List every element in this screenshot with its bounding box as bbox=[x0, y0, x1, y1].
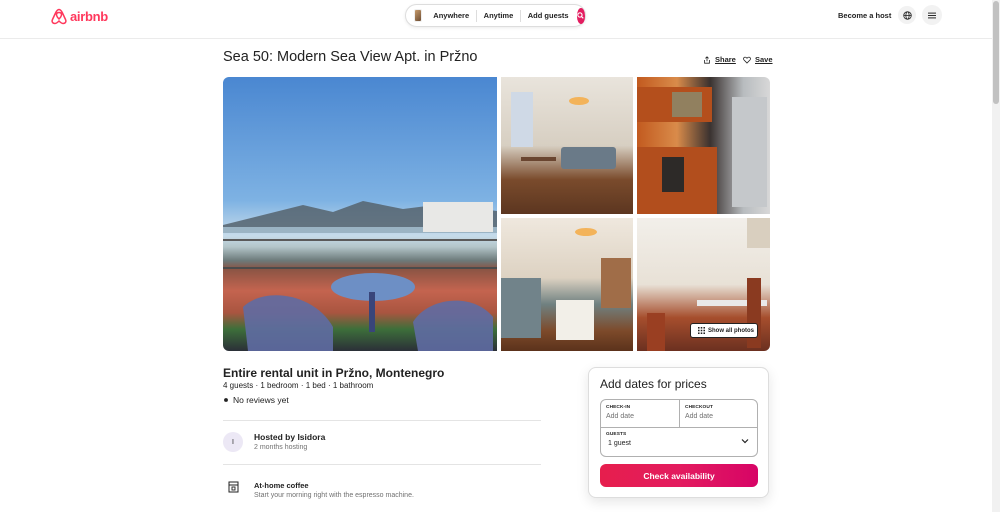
photo-balcony-sea-view[interactable] bbox=[223, 77, 497, 351]
listing-title: Sea 50: Modern Sea View Apt. in Pržno bbox=[223, 49, 478, 65]
airbnb-logo-icon bbox=[51, 8, 67, 25]
language-button[interactable] bbox=[898, 6, 916, 24]
show-all-photos-button[interactable]: Show all photos bbox=[690, 323, 758, 338]
amenity-title: At-home coffee bbox=[254, 481, 309, 490]
booking-title: Add dates for prices bbox=[600, 377, 707, 391]
lounge-scene bbox=[501, 228, 631, 340]
search-where[interactable]: Anywhere bbox=[426, 11, 476, 20]
host-avatar[interactable]: I bbox=[223, 432, 243, 452]
search-button[interactable] bbox=[576, 7, 585, 24]
balcony-scene bbox=[223, 201, 497, 351]
grid-icon bbox=[698, 327, 705, 334]
search-icon bbox=[577, 12, 584, 19]
photo-lounge[interactable] bbox=[501, 218, 633, 351]
share-label: Share bbox=[715, 55, 736, 64]
page-scrollbar[interactable] bbox=[992, 0, 1000, 512]
photo-kitchen[interactable] bbox=[637, 77, 770, 214]
coffee-machine-icon bbox=[228, 481, 239, 493]
search-who[interactable]: Add guests bbox=[521, 11, 576, 20]
top-navbar: airbnb Anywhere Anytime Add guests Becom… bbox=[0, 0, 992, 39]
guests-value: 1 guest bbox=[608, 440, 631, 447]
check-availability-button[interactable]: Check availability bbox=[600, 464, 758, 487]
checkin-field[interactable]: CHECK-IN Add date bbox=[601, 400, 679, 427]
search-when[interactable]: Anytime bbox=[477, 11, 521, 20]
listing-facts: 4 guests · 1 bedroom · 1 bed · 1 bathroo… bbox=[223, 381, 374, 390]
reviews-summary: No reviews yet bbox=[223, 395, 289, 405]
save-button[interactable]: Save bbox=[743, 55, 773, 64]
airbnb-logo[interactable]: airbnb bbox=[51, 8, 108, 25]
guests-label: GUESTS bbox=[606, 432, 627, 437]
reviews-label: No reviews yet bbox=[233, 395, 289, 405]
listing-subtitle: Entire rental unit in Pržno, Montenegro bbox=[223, 366, 445, 380]
amenity-description: Start your morning right with the espres… bbox=[254, 492, 414, 499]
share-button[interactable]: Share bbox=[703, 55, 736, 64]
checkout-field[interactable]: CHECKOUT Add date bbox=[680, 400, 758, 427]
search-bar[interactable]: Anywhere Anytime Add guests bbox=[405, 4, 586, 27]
share-icon bbox=[704, 55, 710, 64]
checkin-value: Add date bbox=[606, 413, 635, 420]
checkout-label: CHECKOUT bbox=[685, 405, 713, 410]
hamburger-icon bbox=[928, 12, 936, 18]
heart-icon bbox=[743, 56, 751, 64]
save-label: Save bbox=[755, 55, 773, 64]
search-thumbnail bbox=[414, 9, 423, 22]
guests-field[interactable]: GUESTS 1 guest bbox=[601, 428, 757, 456]
living-room-scene bbox=[511, 92, 616, 169]
booking-card: Add dates for prices CHECK-IN Add date C… bbox=[588, 367, 769, 498]
section-divider bbox=[223, 464, 541, 465]
become-host-link[interactable]: Become a host bbox=[838, 11, 891, 20]
globe-icon bbox=[902, 10, 912, 20]
kitchen-scene bbox=[637, 87, 767, 214]
checkin-label: CHECK-IN bbox=[606, 405, 631, 410]
logo-text: airbnb bbox=[70, 9, 108, 24]
star-icon bbox=[224, 398, 228, 402]
section-divider bbox=[223, 420, 541, 421]
photo-living-room[interactable] bbox=[501, 77, 633, 214]
hosting-duration: 2 months hosting bbox=[254, 444, 308, 451]
menu-button[interactable] bbox=[922, 5, 942, 25]
scrollbar-thumb[interactable] bbox=[993, 1, 999, 104]
show-all-photos-label: Show all photos bbox=[708, 327, 754, 334]
chevron-down-icon bbox=[741, 439, 749, 444]
date-guest-picker: CHECK-IN Add date CHECKOUT Add date GUES… bbox=[600, 399, 758, 457]
hosted-by: Hosted by Isidora bbox=[254, 432, 326, 442]
checkout-value: Add date bbox=[685, 413, 714, 420]
